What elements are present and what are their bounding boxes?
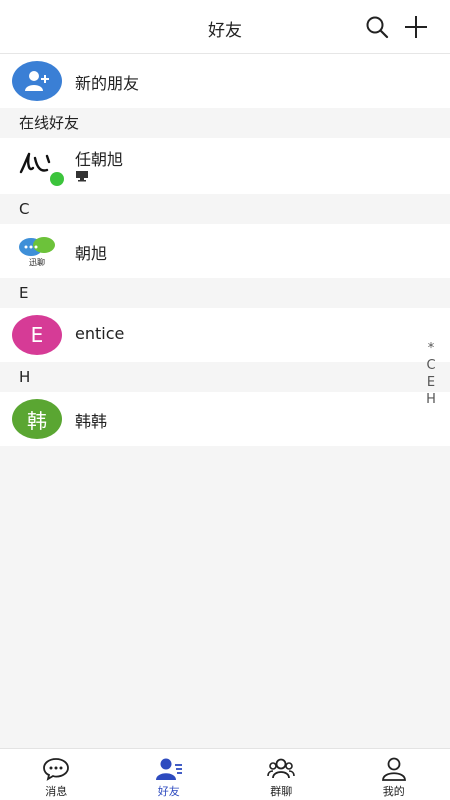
tab-label: 消息 bbox=[45, 785, 68, 798]
bottom-tab-bar: 消息 好友 群聊 我的 bbox=[0, 748, 450, 800]
contact-name: 韩韩 bbox=[75, 412, 108, 431]
chat-bubbles-logo-icon bbox=[19, 236, 55, 256]
section-header-e: E bbox=[0, 278, 450, 308]
online-status-dot bbox=[50, 172, 64, 186]
list-item[interactable]: 任朝旭 bbox=[0, 138, 450, 194]
top-bar: 好友 bbox=[0, 0, 450, 54]
new-friends-row[interactable]: 新的朋友 bbox=[0, 54, 450, 108]
tab-groups[interactable]: 群聊 bbox=[225, 749, 338, 800]
tab-label: 好友 bbox=[157, 785, 180, 798]
tab-label: 群聊 bbox=[270, 785, 293, 798]
logo-text: 迅聊 bbox=[29, 257, 45, 267]
section-header-c: C bbox=[0, 194, 450, 224]
add-icon[interactable] bbox=[403, 14, 429, 40]
new-friends-label: 新的朋友 bbox=[75, 74, 140, 93]
index-letter[interactable]: C bbox=[426, 357, 435, 374]
new-friend-avatar bbox=[12, 61, 62, 101]
avatar-letter: 韩 bbox=[27, 408, 47, 433]
list-item[interactable]: 韩 韩韩 bbox=[0, 392, 450, 446]
avatar: E bbox=[12, 315, 62, 355]
friends-icon bbox=[155, 758, 182, 780]
computer-icon bbox=[76, 171, 88, 182]
tab-label: 我的 bbox=[382, 785, 405, 798]
index-letter[interactable]: * bbox=[428, 340, 435, 357]
add-person-icon bbox=[25, 71, 49, 91]
group-icon bbox=[267, 758, 296, 779]
avatar: 韩 bbox=[12, 399, 62, 439]
avatar: 迅聊 bbox=[12, 231, 62, 271]
profile-icon bbox=[381, 757, 406, 781]
contact-name: 任朝旭 bbox=[75, 150, 124, 169]
index-letter[interactable]: E bbox=[427, 374, 435, 391]
section-header-h: H bbox=[0, 362, 450, 392]
list-item[interactable]: E entice bbox=[0, 308, 450, 362]
contact-list: 新的朋友 在线好友 任朝旭 C 迅聊 朝旭 E E entice H 韩 韩韩 bbox=[0, 54, 450, 446]
tab-messages[interactable]: 消息 bbox=[0, 749, 113, 800]
tab-friends[interactable]: 好友 bbox=[113, 749, 226, 800]
contact-name: entice bbox=[75, 324, 125, 343]
search-icon[interactable] bbox=[364, 14, 390, 40]
section-header-online: 在线好友 bbox=[0, 108, 450, 138]
tab-me[interactable]: 我的 bbox=[338, 749, 450, 800]
list-item[interactable]: 迅聊 朝旭 bbox=[0, 224, 450, 278]
avatar-letter: E bbox=[30, 323, 44, 347]
alphabet-index-bar[interactable]: * C E H bbox=[424, 340, 438, 408]
chat-icon bbox=[43, 758, 70, 781]
contact-name: 朝旭 bbox=[75, 244, 108, 263]
index-letter[interactable]: H bbox=[426, 391, 436, 408]
